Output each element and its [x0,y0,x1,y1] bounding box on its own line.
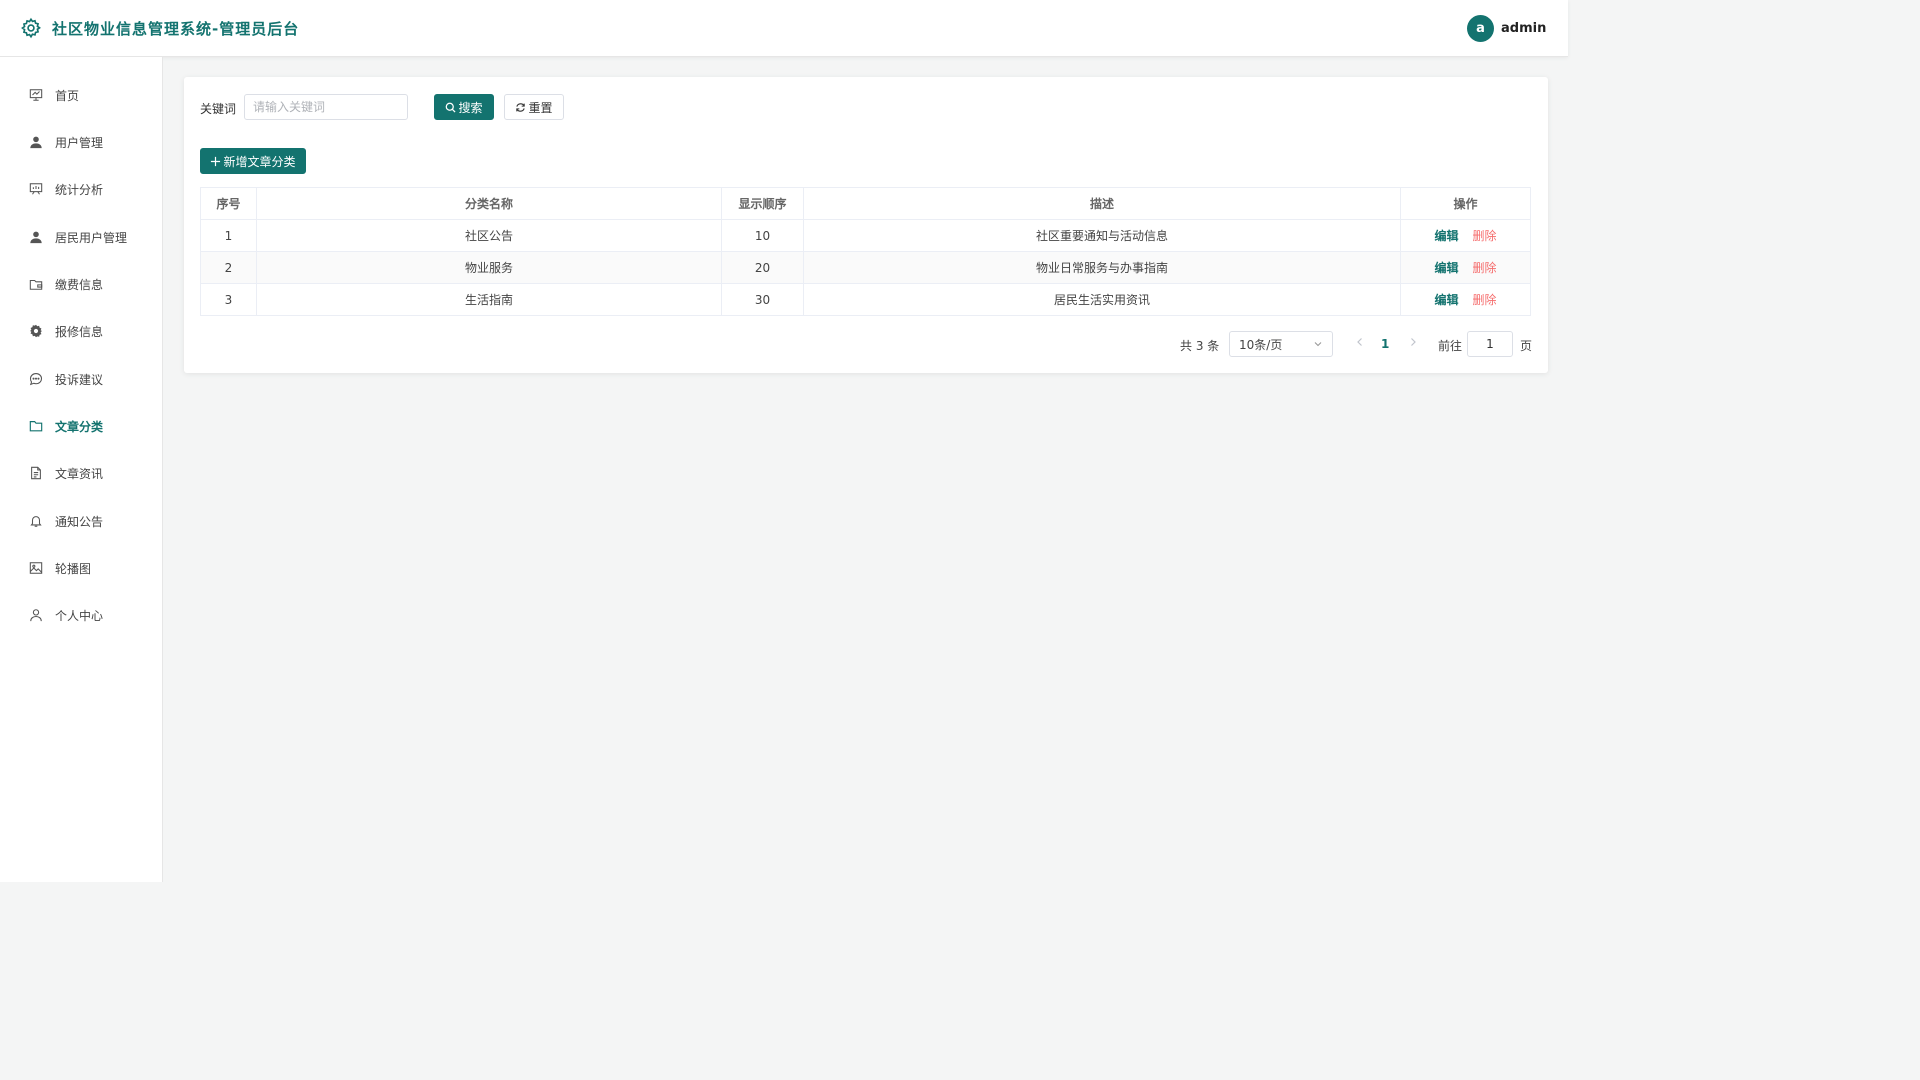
search-button-label: 搜索 [458,100,483,115]
folder-icon [29,421,43,432]
category-table: 序号 分类名称 显示顺序 描述 操作 1 社区公告 10 社区重要通知与活动信息… [200,187,1531,316]
cell-actions: 编辑 删除 [1400,251,1531,284]
column-header-actions: 操作 [1400,187,1531,220]
sidebar-item-label: 个人中心 [55,608,104,623]
delete-link[interactable]: 删除 [1473,293,1497,307]
sidebar-item-repairs[interactable]: 报修信息 [0,311,162,351]
keyword-input[interactable] [244,94,408,120]
gear-icon [21,17,41,39]
table-header-row: 序号 分类名称 显示顺序 描述 操作 [200,187,1531,220]
cell-name: 生活指南 [256,283,722,316]
chart-board-icon [29,183,43,195]
sidebar-item-label: 首页 [55,88,80,103]
reset-button-label: 重置 [528,100,553,115]
table-row: 3 生活指南 30 居民生活实用资讯 编辑 删除 [200,283,1531,316]
prev-page-icon[interactable] [1354,335,1366,349]
goto-page-input[interactable] [1467,331,1513,357]
sidebar-item-carousel[interactable]: 轮播图 [0,548,162,588]
sidebar: 首页 用户管理 统计分析 居民用户管理 缴费信息 报修信息 投诉建议 文章分类 … [0,57,163,882]
goto-label: 前往 [1438,339,1463,353]
sidebar-item-complaints[interactable]: 投诉建议 [0,359,162,399]
plus-icon [211,156,221,166]
sidebar-item-articles[interactable]: 文章资讯 [0,453,162,493]
column-header-index: 序号 [200,187,257,220]
document-icon [31,466,41,480]
column-header-name: 分类名称 [256,187,722,220]
sidebar-item-label: 缴费信息 [55,277,104,292]
edit-link[interactable]: 编辑 [1434,293,1458,307]
cell-description: 物业日常服务与办事指南 [803,251,1401,284]
cell-order: 20 [721,251,804,284]
sidebar-item-label: 轮播图 [55,561,92,576]
sidebar-item-label: 居民用户管理 [55,230,128,245]
edit-link[interactable]: 编辑 [1434,261,1458,275]
sidebar-item-payments[interactable]: 缴费信息 [0,264,162,304]
search-icon [446,102,457,113]
user-filled-icon [30,231,42,244]
sidebar-item-label: 投诉建议 [55,372,104,387]
refresh-icon [516,102,526,112]
cell-index: 2 [200,251,257,284]
sidebar-item-profile[interactable]: 个人中心 [0,595,162,635]
sidebar-item-label: 用户管理 [55,135,104,150]
delete-link[interactable]: 删除 [1473,261,1497,275]
add-category-label: 新增文章分类 [223,154,296,169]
chat-dots-icon [29,373,43,386]
sidebar-item-statistics[interactable]: 统计分析 [0,169,162,209]
user-outline-icon [30,609,42,622]
content-card: 关键词 搜索 重置 新增文章分类 序号 分类名称 显示顺序 描述 操作 [184,77,1548,373]
picture-icon [29,562,43,574]
sidebar-item-label: 文章分类 [55,419,104,434]
top-header: 社区物业信息管理系统-管理员后台 a admin [0,0,1568,57]
search-button[interactable]: 搜索 [434,94,494,120]
keyword-label: 关键词 [200,102,237,116]
bell-icon [30,516,42,527]
wallet-folder-icon [29,279,43,290]
avatar[interactable]: a [1467,15,1494,42]
cell-name: 社区公告 [256,219,722,252]
page-size-select[interactable]: 10条/页 [1229,331,1333,357]
cell-actions: 编辑 删除 [1400,283,1531,316]
settings-icon [30,324,42,338]
sidebar-item-users[interactable]: 用户管理 [0,122,162,162]
sidebar-item-label: 统计分析 [55,182,104,197]
page-number-current[interactable]: 1 [1381,337,1389,363]
next-page-icon[interactable] [1407,335,1419,349]
cell-index: 1 [200,219,257,252]
cell-actions: 编辑 删除 [1400,219,1531,252]
column-header-description: 描述 [803,187,1401,220]
page-size-value: 10条/页 [1239,337,1283,352]
sidebar-item-home[interactable]: 首页 [0,75,162,115]
add-category-button[interactable]: 新增文章分类 [200,148,306,174]
cell-name: 物业服务 [256,251,722,284]
user-filled-icon [30,136,42,149]
sidebar-item-residents[interactable]: 居民用户管理 [0,217,162,257]
page-unit-label: 页 [1520,339,1533,353]
app-title: 社区物业信息管理系统-管理员后台 [52,20,300,38]
sidebar-item-notices[interactable]: 通知公告 [0,501,162,541]
edit-link[interactable]: 编辑 [1434,229,1458,243]
cell-description: 居民生活实用资讯 [803,283,1401,316]
presentation-icon [29,89,43,101]
cell-order: 30 [721,283,804,316]
username[interactable]: admin [1501,21,1546,36]
cell-index: 3 [200,283,257,316]
cell-description: 社区重要通知与活动信息 [803,219,1401,252]
sidebar-item-label: 通知公告 [55,514,104,529]
sidebar-item-label: 文章资讯 [55,466,104,481]
table-row: 1 社区公告 10 社区重要通知与活动信息 编辑 删除 [200,219,1531,252]
delete-link[interactable]: 删除 [1473,229,1497,243]
chevron-down-icon [1314,342,1322,347]
table-row: 2 物业服务 20 物业日常服务与办事指南 编辑 删除 [200,251,1531,284]
sidebar-item-article-categories[interactable]: 文章分类 [0,406,162,446]
reset-button[interactable]: 重置 [504,94,564,120]
cell-order: 10 [721,219,804,252]
sidebar-item-label: 报修信息 [55,324,104,339]
pagination-total: 共 3 条 [1180,339,1220,353]
column-header-order: 显示顺序 [721,187,804,220]
